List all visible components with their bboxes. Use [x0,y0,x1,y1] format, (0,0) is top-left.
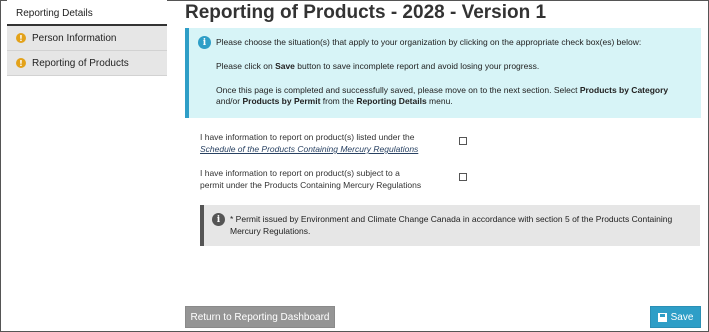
schedule-link[interactable]: Schedule of the Products Containing Merc… [200,144,418,154]
warning-icon: ! [16,33,26,43]
question-permit: I have information to report on product(… [200,167,421,191]
permit-checkbox[interactable] [459,173,467,181]
info-line-2: Please click on Save button to save inco… [216,61,540,71]
sidebar-item-label: Person Information [32,32,117,44]
question-text: I have information to report on product(… [200,132,415,142]
sidebar-item-label: Reporting of Products [32,57,129,69]
info-alert: i Please choose the situation(s) that ap… [185,28,701,118]
schedule-checkbox[interactable] [459,137,467,145]
sidebar: Reporting Details ! Person Information !… [7,0,167,76]
note-text: * Permit issued by Environment and Clima… [230,214,673,236]
info-icon: i [212,213,225,226]
info-icon: i [198,36,211,49]
save-button[interactable]: Save [650,306,701,328]
return-to-dashboard-button[interactable]: Return to Reporting Dashboard [185,306,335,328]
sidebar-header: Reporting Details [7,0,167,26]
sidebar-item-person-information[interactable]: ! Person Information [7,26,167,51]
question-text: permit under the Products Containing Mer… [200,180,422,190]
info-line-1: Please choose the situation(s) that appl… [216,37,642,47]
info-line-3: Once this page is completed and successf… [216,85,669,106]
question-text: I have information to report on product(… [200,168,400,178]
permit-note: i * Permit issued by Environment and Cli… [200,205,700,246]
question-schedule: I have information to report on product(… [200,131,418,155]
save-label: Save [670,311,694,323]
warning-icon: ! [16,58,26,68]
page-title: Reporting of Products - 2028 - Version 1 [185,2,547,23]
save-disk-icon [657,312,667,322]
sidebar-item-reporting-of-products[interactable]: ! Reporting of Products [7,51,167,76]
